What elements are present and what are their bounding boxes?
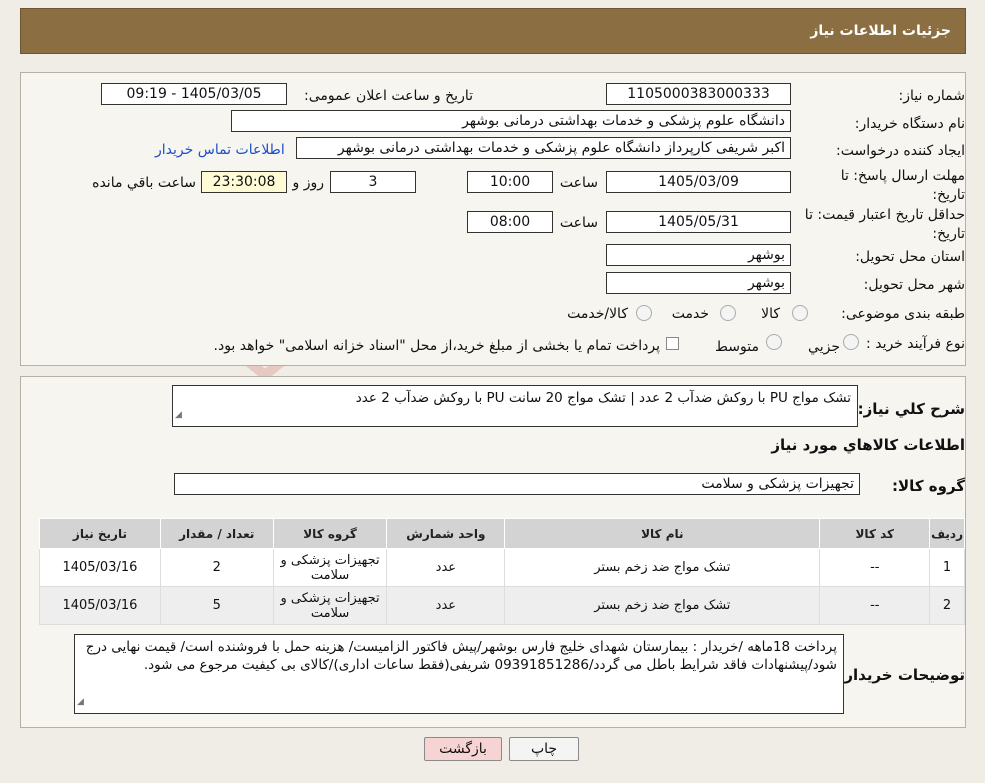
resize-handle-icon[interactable]: ◢ xyxy=(175,406,182,424)
process-label: نوع فرآیند خرید : xyxy=(866,336,965,352)
summary-label: شرح کلي نياز: xyxy=(857,400,965,418)
deadline-time-field: 10:00 xyxy=(467,171,553,193)
cell-row-no: 1 xyxy=(929,548,965,587)
creator-label: ایجاد کننده درخواست: xyxy=(836,143,965,159)
cell-code: -- xyxy=(819,548,931,587)
category-label: طبقه بندی موضوعی: xyxy=(841,306,965,322)
col-name: نام کالا xyxy=(504,518,821,549)
goods-section-title: اطلاعات کالاهاي مورد نياز xyxy=(771,436,965,454)
process-medium-label: متوسط xyxy=(715,339,759,355)
buyer-org-field: دانشگاه علوم پزشکی و خدمات بهداشتی درمان… xyxy=(231,110,791,132)
process-medium-radio[interactable] xyxy=(766,334,782,350)
cell-unit: عدد xyxy=(386,586,506,625)
category-goods-label: کالا xyxy=(761,306,780,322)
treasury-checkbox[interactable] xyxy=(666,337,679,350)
cell-date: 1405/03/16 xyxy=(39,586,161,625)
process-note: پرداخت تمام یا بخشی از مبلغ خرید،از محل … xyxy=(213,338,660,354)
col-date: تاريخ نياز xyxy=(39,518,161,549)
deadline-time-label: ساعت xyxy=(559,175,598,191)
remaining-label: ساعت باقي مانده xyxy=(92,175,196,191)
table-row: 2 -- تشک مواج ضد زخم بستر عدد تجهیزات پز… xyxy=(39,586,965,625)
back-button[interactable]: بازگشت xyxy=(424,737,502,761)
summary-text: تشک مواج PU با روکش ضدآب 2 عدد | تشک موا… xyxy=(355,390,851,406)
page-header: جزئیات اطلاعات نیاز xyxy=(20,8,966,54)
col-quantity: تعداد / مقدار xyxy=(159,518,274,549)
validity-label-date: تاریخ: xyxy=(932,226,965,242)
col-row-no: رديف xyxy=(929,518,965,549)
page-title: جزئیات اطلاعات نیاز xyxy=(810,23,951,39)
cell-unit: عدد xyxy=(386,548,506,587)
col-code: کد کالا xyxy=(819,518,931,549)
col-group: گروه کالا xyxy=(272,518,388,549)
goods-table-header: رديف کد کالا نام کالا واحد شمارش گروه کا… xyxy=(39,518,965,549)
deadline-date-field: 1405/03/09 xyxy=(606,171,791,193)
need-number-field: 1105000383000333 xyxy=(606,83,791,105)
province-field: بوشهر xyxy=(606,244,791,266)
col-unit: واحد شمارش xyxy=(386,518,506,549)
category-goods-radio[interactable] xyxy=(792,305,808,321)
category-service-label: خدمت xyxy=(671,306,709,322)
cell-name: تشک مواج ضد زخم بستر xyxy=(504,586,821,625)
buyer-notes-field: پرداخت 18ماهه /خریدار : بیمارستان شهدای … xyxy=(74,634,844,714)
validity-time-field: 08:00 xyxy=(467,211,553,233)
buyer-notes-text: پرداخت 18ماهه /خریدار : بیمارستان شهدای … xyxy=(85,639,837,673)
contact-buyer-link[interactable]: اطلاعات تماس خریدار xyxy=(155,142,285,158)
category-service-radio[interactable] xyxy=(720,305,736,321)
remaining-time-field: 23:30:08 xyxy=(201,171,287,193)
need-number-label: شماره نیاز: xyxy=(898,88,966,104)
cell-group: تجهیزات پزشکی و سلامت xyxy=(272,548,388,587)
announce-label: تاریخ و ساعت اعلان عمومی: xyxy=(304,88,473,104)
validity-label: حداقل تاریخ اعتبار قیمت: تا xyxy=(804,207,965,223)
city-field: بوشهر xyxy=(606,272,791,294)
city-label: شهر محل تحویل: xyxy=(863,277,965,293)
cell-code: -- xyxy=(819,586,931,625)
validity-time-label: ساعت xyxy=(559,215,598,231)
creator-field: اکبر شریفی کارپرداز دانشگاه علوم پزشکی و… xyxy=(296,137,791,159)
goods-group-field: تجهیزات پزشکی و سلامت xyxy=(174,473,860,495)
announce-field: 1405/03/05 - 09:19 xyxy=(101,83,287,105)
days-field: 3 xyxy=(330,171,416,193)
process-minor-label: جزیي xyxy=(808,339,840,355)
cell-group: تجهیزات پزشکی و سلامت xyxy=(272,586,388,625)
buyer-org-label: نام دستگاه خریدار: xyxy=(854,116,965,132)
deadline-label: مهلت ارسال پاسخ: تا xyxy=(840,168,965,184)
goods-table-wrap: رديف کد کالا نام کالا واحد شمارش گروه کا… xyxy=(39,518,965,625)
province-label: استان محل تحویل: xyxy=(855,249,965,265)
category-goods-service-label: کالا/خدمت xyxy=(567,306,628,322)
days-label: روز و xyxy=(292,175,325,191)
print-button[interactable]: چاپ xyxy=(509,737,579,761)
cell-quantity: 5 xyxy=(159,586,274,625)
resize-handle-icon[interactable]: ◢ xyxy=(77,693,84,711)
cell-name: تشک مواج ضد زخم بستر xyxy=(504,548,821,587)
deadline-label-date: تاریخ: xyxy=(932,187,965,203)
process-minor-radio[interactable] xyxy=(843,334,859,350)
table-row: 1 -- تشک مواج ضد زخم بستر عدد تجهیزات پز… xyxy=(39,548,965,587)
goods-group-label: گروه کالا: xyxy=(892,477,965,495)
cell-date: 1405/03/16 xyxy=(39,548,161,587)
validity-date-field: 1405/05/31 xyxy=(606,211,791,233)
cell-row-no: 2 xyxy=(929,586,965,625)
summary-field: تشک مواج PU با روکش ضدآب 2 عدد | تشک موا… xyxy=(172,385,858,427)
goods-table: رديف کد کالا نام کالا واحد شمارش گروه کا… xyxy=(39,518,965,625)
buyer-notes-label: توضیحات خریدار: xyxy=(838,666,965,684)
category-goods-service-radio[interactable] xyxy=(636,305,652,321)
cell-quantity: 2 xyxy=(159,548,274,587)
